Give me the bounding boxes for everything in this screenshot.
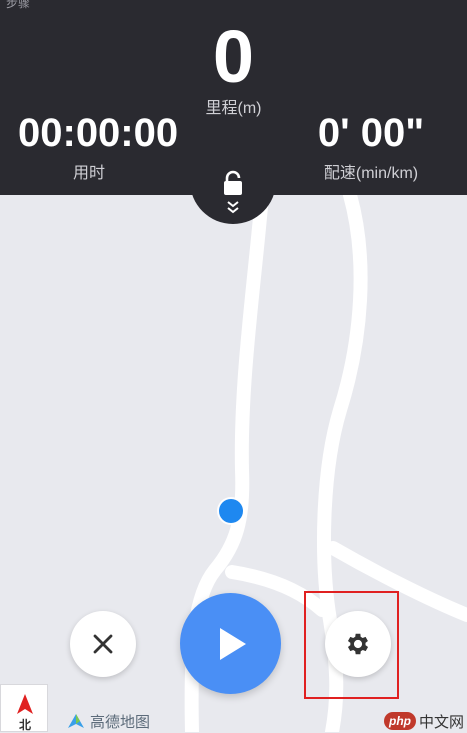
compass-button[interactable]: 北 xyxy=(0,684,48,732)
north-arrow-icon xyxy=(17,694,33,714)
close-icon xyxy=(93,634,113,654)
cancel-button[interactable] xyxy=(70,611,136,677)
compass-label: 北 xyxy=(18,718,31,732)
map-logo-text: 高德地图 xyxy=(90,713,151,731)
distance-value: 0 xyxy=(212,15,255,98)
time-label: 用时 xyxy=(72,165,105,182)
watermark: php 中文网 xyxy=(384,710,464,732)
double-chevron-down-icon xyxy=(227,201,239,214)
map-provider-logo: 高德地图 xyxy=(66,710,150,732)
current-location-dot xyxy=(219,499,243,523)
pace-label: 配速(min/km) xyxy=(323,165,419,182)
play-icon xyxy=(219,627,246,660)
settings-highlight-box xyxy=(304,591,399,699)
watermark-text: 中文网 xyxy=(419,713,465,731)
watermark-badge: php xyxy=(384,712,416,730)
amap-logo-icon xyxy=(68,714,84,728)
status-text: 步骤 xyxy=(6,0,31,10)
start-button[interactable] xyxy=(180,593,281,694)
time-value: 00:00:00 xyxy=(18,111,179,155)
pace-value: 0' 00" xyxy=(317,111,425,155)
lock-icon xyxy=(224,170,242,195)
